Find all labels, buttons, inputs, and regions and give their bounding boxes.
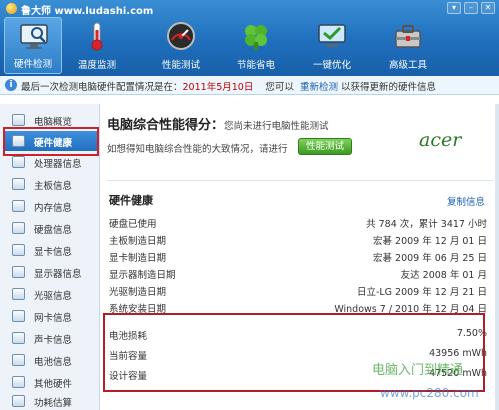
- row-key: 显示器制造日期: [109, 270, 176, 281]
- sidebar-item-label: 显卡信息: [34, 247, 73, 258]
- cpu-icon: [12, 156, 25, 168]
- tool-performance[interactable]: 性能测试: [152, 17, 210, 74]
- row-value: 宏碁 2009 年 12 月 01 日: [373, 236, 487, 247]
- score-hint: 如想得知电脑综合性能的大致情况，请进行: [107, 144, 288, 155]
- sidebar-item-label: 声卡信息: [34, 335, 73, 346]
- info-icon: i: [5, 79, 17, 91]
- sidebar-item-optical[interactable]: 光驱信息: [4, 284, 98, 304]
- sidebar-item-label: 其他硬件: [34, 379, 73, 390]
- battery-icon: [12, 354, 25, 366]
- row-key: 主板制造日期: [109, 236, 167, 247]
- row-value: 友达 2008 年 01 月: [400, 270, 487, 281]
- row-key: 显卡制造日期: [109, 253, 167, 264]
- sidebar-item-power[interactable]: 功耗估算: [4, 391, 98, 410]
- watermark-url: www.pc280.com: [380, 386, 479, 400]
- sidebar-item-other[interactable]: 其他硬件: [4, 372, 98, 392]
- performance-test-button[interactable]: 性能测试: [298, 138, 352, 155]
- skin-icon[interactable]: ▾: [447, 2, 461, 14]
- info-suffix: 以获得更新的硬件信息: [341, 82, 437, 93]
- sidebar-item-disk[interactable]: 硬盘信息: [4, 218, 98, 238]
- scrollbar[interactable]: [495, 104, 499, 410]
- sidebar-item-label: 处理器信息: [34, 159, 82, 170]
- sidebar-item-label: 电池信息: [34, 357, 73, 368]
- sidebar-item-label: 光驱信息: [34, 291, 73, 302]
- tool-label: 温度监测: [77, 60, 116, 71]
- app-logo-icon: [6, 3, 17, 14]
- table-row: 硬盘已使用 共 784 次，累计 3417 小时: [109, 213, 487, 230]
- tool-hardware-detect[interactable]: 硬件检测: [4, 17, 62, 74]
- sidebar-item-display[interactable]: 显示器信息: [4, 262, 98, 282]
- sidebar-item-gpu[interactable]: 显卡信息: [4, 240, 98, 260]
- table-row: 显示器制造日期 友达 2008 年 01 月: [109, 264, 487, 281]
- score-subtitle: 您尚未进行电脑性能测试: [224, 121, 329, 132]
- info-prefix: 最后一次检测电脑硬件配置情况是在：: [21, 82, 183, 93]
- row-value: 日立-LG 2009 年 12 月 21 日: [356, 287, 487, 298]
- thermometer-icon: [91, 22, 103, 51]
- tool-label: 性能测试: [161, 60, 200, 71]
- app-title: 鲁大师 www.ludashi.com: [21, 6, 154, 17]
- minimize-icon[interactable]: –: [464, 2, 478, 14]
- row-key: 光驱制造日期: [109, 287, 167, 298]
- row-key: 硬盘已使用: [109, 219, 157, 230]
- sound-card-icon: [12, 332, 25, 344]
- top-toolbar: 鲁大师 www.ludashi.com ▾ – ✕ 硬件检测 温度监测 性能测试…: [0, 0, 499, 76]
- optical-drive-icon: [12, 288, 25, 300]
- score-heading: 电脑综合性能得分：您尚未进行电脑性能测试: [107, 114, 329, 133]
- monitor-check-icon: [318, 24, 346, 47]
- row-value: 共 784 次，累计 3417 小时: [366, 219, 487, 230]
- sidebar-item-label: 功耗估算: [34, 398, 73, 409]
- tool-label: 高级工具: [388, 60, 427, 71]
- table-row: 光驱制造日期 日立-LG 2009 年 12 月 21 日: [109, 281, 487, 298]
- watermark-text: 电脑入门到精通: [372, 363, 464, 378]
- motherboard-icon: [12, 178, 25, 190]
- tool-power-save[interactable]: 节能省电: [227, 17, 285, 74]
- leaf-icon: [245, 25, 267, 50]
- sidebar-item-label: 网卡信息: [34, 313, 73, 324]
- rescan-link[interactable]: 重新检测: [300, 82, 338, 93]
- sidebar-item-label: 硬盘信息: [34, 225, 73, 236]
- speedometer-icon: [167, 22, 195, 50]
- row-value: 宏碁 2009 年 06 月 25 日: [373, 253, 487, 264]
- sidebar-item-network[interactable]: 网卡信息: [4, 306, 98, 326]
- sidebar-item-label: 主板信息: [34, 181, 73, 192]
- info-bar: i 最后一次检测电脑硬件配置情况是在：2011年5月10日 您可以 重新检测 以…: [0, 76, 499, 95]
- tool-optimize[interactable]: 一键优化: [303, 17, 361, 74]
- sidebar-item-battery[interactable]: 电池信息: [4, 350, 98, 370]
- sidebar-item-motherboard[interactable]: 主板信息: [4, 174, 98, 194]
- score-title: 电脑综合性能得分：: [107, 118, 225, 133]
- copy-info-link[interactable]: 复制信息: [447, 194, 485, 208]
- highlight-box-battery: [103, 313, 485, 392]
- table-row: 主板制造日期 宏碁 2009 年 12 月 01 日: [109, 230, 487, 247]
- tool-label: 硬件检测: [13, 59, 52, 70]
- panel-title: 硬件健康: [109, 194, 153, 207]
- monitor-magnifier-icon: [20, 24, 48, 49]
- tool-temperature[interactable]: 温度监测: [68, 17, 126, 74]
- network-card-icon: [12, 310, 25, 322]
- sidebar-item-memory[interactable]: 内存信息: [4, 196, 98, 216]
- sidebar-item-sound[interactable]: 声卡信息: [4, 328, 98, 348]
- tool-label: 节能省电: [236, 60, 275, 71]
- memory-icon: [12, 200, 25, 212]
- tool-label: 一键优化: [312, 60, 351, 71]
- window-controls: ▾ – ✕: [447, 2, 495, 14]
- table-row: 显卡制造日期 宏碁 2009 年 06 月 25 日: [109, 247, 487, 264]
- title-bar: 鲁大师 www.ludashi.com ▾ – ✕: [0, 0, 499, 17]
- last-scan-date: 2011年5月10日: [182, 82, 254, 93]
- power-estimate-icon: [12, 395, 25, 407]
- tool-advanced[interactable]: 高级工具: [379, 17, 437, 74]
- overview-icon: [12, 114, 25, 126]
- sidebar-item-label: 显示器信息: [34, 269, 82, 280]
- other-hardware-icon: [12, 376, 25, 388]
- info-text: 最后一次检测电脑硬件配置情况是在：2011年5月10日 您可以 重新检测 以获得…: [21, 79, 436, 93]
- sidebar-item-label: 内存信息: [34, 203, 73, 214]
- disk-icon: [12, 222, 25, 234]
- toolbox-icon: [395, 25, 421, 48]
- sidebar-item-label: 电脑概览: [34, 117, 73, 128]
- display-icon: [12, 266, 25, 278]
- gpu-icon: [12, 244, 25, 256]
- close-icon[interactable]: ✕: [481, 2, 495, 14]
- highlight-box-sidebar: [3, 127, 99, 156]
- info-middle: 您可以: [265, 82, 294, 93]
- acer-logo: acer: [419, 129, 462, 151]
